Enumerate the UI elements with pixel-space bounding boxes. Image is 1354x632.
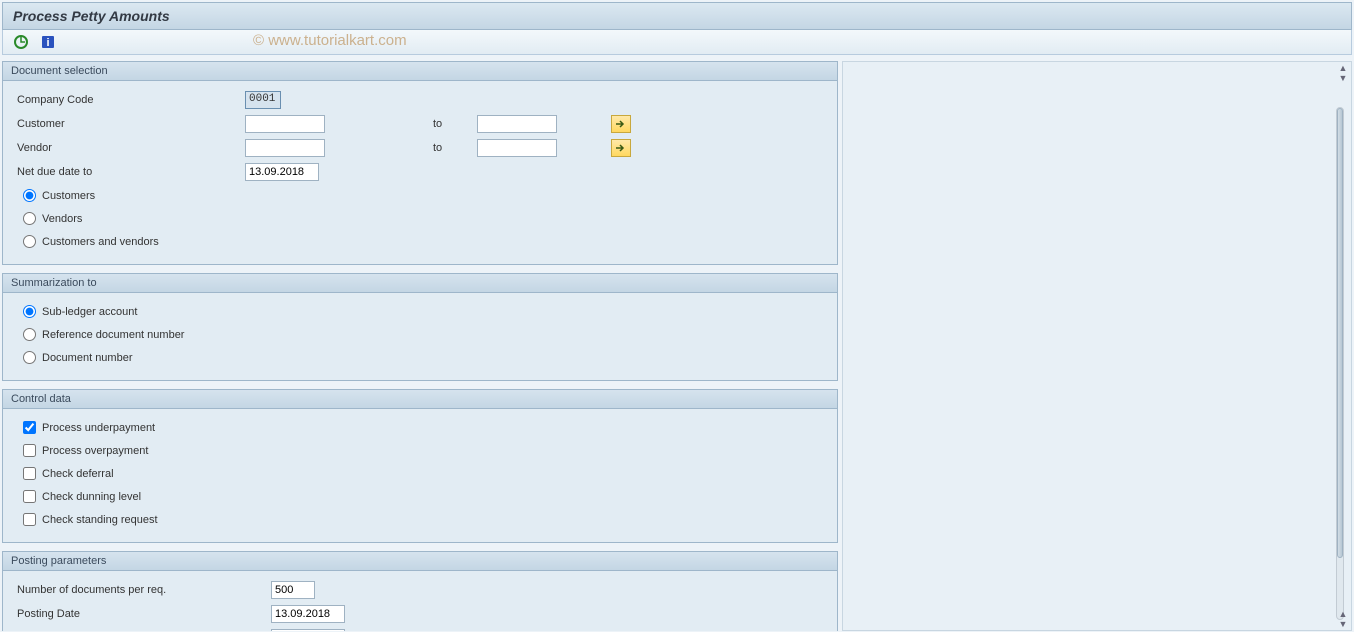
- main-panel: Document selection Company Code 0001 Cus…: [2, 61, 842, 631]
- radio-subledger-label: Sub-ledger account: [42, 306, 137, 318]
- chk-standing-label: Check standing request: [42, 514, 158, 526]
- radio-vendors-label: Vendors: [42, 213, 82, 225]
- group-header-summarization: Summarization to: [3, 274, 837, 293]
- posting-date-label: Posting Date: [15, 608, 271, 620]
- group-summarization: Summarization to Sub-ledger account Refe…: [2, 273, 838, 381]
- scroll-down-arrow-icon[interactable]: ▼: [1336, 619, 1350, 629]
- group-control-data: Control data Process underpayment Proces…: [2, 389, 838, 543]
- num-docs-input[interactable]: [271, 581, 315, 599]
- radio-customers-label: Customers: [42, 190, 95, 202]
- watermark-text: © www.tutorialkart.com: [253, 32, 407, 49]
- vendor-from-input[interactable]: [245, 139, 325, 157]
- page-title: Process Petty Amounts: [13, 8, 170, 24]
- chk-process-underpayment[interactable]: [23, 421, 36, 434]
- customer-multi-select-button[interactable]: [611, 115, 631, 133]
- svg-text:i: i: [47, 37, 50, 49]
- scroll-up-bottom-arrow-icon[interactable]: ▲: [1336, 609, 1350, 619]
- vendor-to-input[interactable]: [477, 139, 557, 157]
- scroll-down-inner-arrow-icon[interactable]: ▼: [1336, 73, 1350, 83]
- customer-label: Customer: [15, 118, 245, 130]
- chk-process-overpayment[interactable]: [23, 444, 36, 457]
- document-date-input[interactable]: [271, 629, 345, 631]
- chk-overpay-label: Process overpayment: [42, 445, 148, 457]
- toolbar: i © www.tutorialkart.com: [2, 30, 1352, 55]
- scroll-up-arrow-icon[interactable]: ▲: [1336, 63, 1350, 73]
- info-icon[interactable]: i: [40, 34, 56, 50]
- company-code-value[interactable]: 0001: [245, 91, 281, 109]
- customer-to-label: to: [433, 118, 477, 130]
- radio-vendors[interactable]: [23, 212, 36, 225]
- chk-dunning-label: Check dunning level: [42, 491, 141, 503]
- chk-check-deferral[interactable]: [23, 467, 36, 480]
- vendor-to-label: to: [433, 142, 477, 154]
- chk-underpay-label: Process underpayment: [42, 422, 155, 434]
- radio-subledger[interactable]: [23, 305, 36, 318]
- execute-icon[interactable]: [13, 34, 29, 50]
- vertical-scrollbar[interactable]: [1336, 107, 1344, 620]
- radio-docnum[interactable]: [23, 351, 36, 364]
- num-docs-label: Number of documents per req.: [15, 584, 271, 596]
- right-empty-region: ▲ ▼ ▲ ▼: [842, 61, 1352, 631]
- group-document-selection: Document selection Company Code 0001 Cus…: [2, 61, 838, 265]
- radio-refdoc-label: Reference document number: [42, 329, 184, 341]
- radio-both-label: Customers and vendors: [42, 236, 159, 248]
- net-due-date-input[interactable]: [245, 163, 319, 181]
- radio-refdoc[interactable]: [23, 328, 36, 341]
- radio-docnum-label: Document number: [42, 352, 133, 364]
- vendor-multi-select-button[interactable]: [611, 139, 631, 157]
- radio-customers[interactable]: [23, 189, 36, 202]
- net-due-label: Net due date to: [15, 166, 245, 178]
- scrollbar-thumb[interactable]: [1337, 108, 1343, 558]
- posting-date-input[interactable]: [271, 605, 345, 623]
- radio-customers-and-vendors[interactable]: [23, 235, 36, 248]
- customer-to-input[interactable]: [477, 115, 557, 133]
- group-header-posting: Posting parameters: [3, 552, 837, 571]
- chk-check-dunning-level[interactable]: [23, 490, 36, 503]
- window-title-bar: Process Petty Amounts: [2, 2, 1352, 30]
- chk-deferral-label: Check deferral: [42, 468, 114, 480]
- vendor-label: Vendor: [15, 142, 245, 154]
- group-posting-parameters: Posting parameters Number of documents p…: [2, 551, 838, 631]
- customer-from-input[interactable]: [245, 115, 325, 133]
- group-header-document-selection: Document selection: [3, 62, 837, 81]
- group-header-control-data: Control data: [3, 390, 837, 409]
- chk-check-standing-request[interactable]: [23, 513, 36, 526]
- company-code-label: Company Code: [15, 94, 245, 106]
